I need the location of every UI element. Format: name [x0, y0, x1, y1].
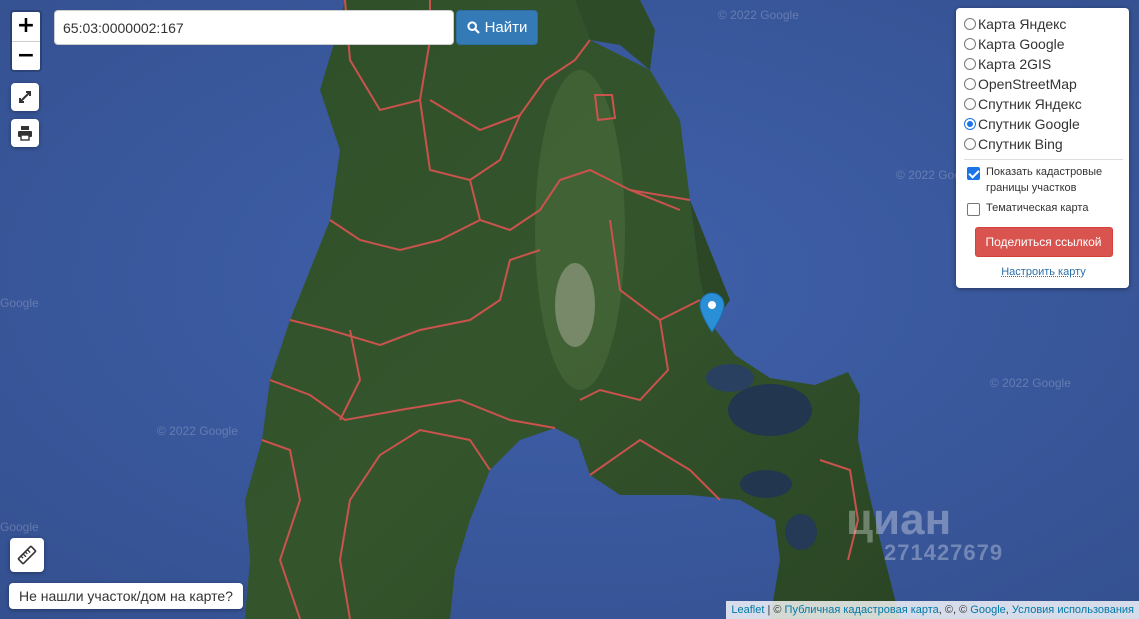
expand-icon	[19, 91, 31, 103]
thematic-map-option[interactable]: Тематическая карта	[964, 200, 1123, 216]
radio-button[interactable]	[964, 78, 976, 90]
leaflet-link[interactable]: Leaflet	[731, 604, 764, 616]
cadastral-map-link[interactable]: Публичная кадастровая карта	[785, 604, 939, 616]
layer-option-openstreetmap[interactable]: OpenStreetMap	[964, 74, 1123, 94]
attribution-separator: , ©, ©	[938, 604, 971, 616]
cian-logo-watermark: циан	[846, 495, 952, 544]
radio-button[interactable]	[964, 38, 976, 50]
lake	[785, 514, 817, 550]
checkbox[interactable]	[967, 203, 980, 216]
town	[555, 263, 595, 347]
google-watermark: © 2022 Google	[718, 8, 799, 22]
lake	[740, 470, 792, 498]
google-link[interactable]: Google	[970, 604, 1005, 616]
radio-button-selected[interactable]	[964, 118, 976, 130]
google-watermark: © 2022 Google	[990, 376, 1071, 390]
checkbox-checked[interactable]	[967, 167, 980, 180]
layer-option-label: Спутник Яндекс	[978, 96, 1082, 112]
radio-button[interactable]	[964, 58, 976, 70]
layer-option-yandex-satellite[interactable]: Спутник Яндекс	[964, 94, 1123, 114]
layer-option-label: Спутник Bing	[978, 136, 1063, 152]
layer-option-label: Карта Яндекс	[978, 16, 1067, 32]
printer-icon	[18, 126, 32, 141]
layer-option-label: Карта Google	[978, 36, 1065, 52]
zoom-out-button[interactable]: −	[12, 41, 40, 71]
configure-map-link[interactable]: Настроить карту	[964, 266, 1123, 278]
google-watermark: Google	[0, 520, 39, 534]
google-watermark: © 2022 Google	[157, 424, 238, 438]
google-watermark: Google	[0, 296, 39, 310]
layer-option-bing-satellite[interactable]: Спутник Bing	[964, 134, 1123, 154]
cian-id-watermark: 271427679	[884, 540, 1004, 565]
show-cadastral-label: Показать кадастровые границы участков	[986, 166, 1103, 194]
lake	[728, 384, 812, 436]
divider	[964, 159, 1123, 160]
attribution-separator: | ©	[764, 604, 785, 616]
radio-button[interactable]	[964, 138, 976, 150]
radio-button[interactable]	[964, 98, 976, 110]
zoom-control: + −	[10, 10, 42, 72]
layer-option-google-map[interactable]: Карта Google	[964, 34, 1123, 54]
layer-option-2gis-map[interactable]: Карта 2GIS	[964, 54, 1123, 74]
not-found-button[interactable]: Не нашли участок/дом на карте?	[9, 583, 243, 609]
layer-option-google-satellite[interactable]: Спутник Google	[964, 114, 1123, 134]
find-button-label: Найти	[484, 19, 528, 36]
layer-option-yandex-map[interactable]: Карта Яндекс	[964, 14, 1123, 34]
thematic-map-label: Тематическая карта	[986, 202, 1089, 214]
share-link-button[interactable]: Поделиться ссылкой	[974, 227, 1113, 257]
print-button[interactable]	[11, 119, 39, 147]
layer-switcher-panel: Карта Яндекс Карта Google Карта 2GIS Ope…	[956, 8, 1129, 288]
lake	[706, 364, 754, 392]
zoom-in-button[interactable]: +	[12, 12, 40, 41]
show-cadastral-option[interactable]: Показать кадастровые границы участков	[964, 164, 1123, 196]
layer-option-label: OpenStreetMap	[978, 76, 1077, 92]
map-attribution: Leaflet | © Публичная кадастровая карта,…	[726, 601, 1139, 619]
terms-of-use-link[interactable]: Условия использования	[1012, 604, 1134, 616]
layer-option-label: Карта 2GIS	[978, 56, 1052, 72]
radio-button[interactable]	[964, 18, 976, 30]
cadastral-number-search-input[interactable]	[54, 10, 454, 45]
layer-option-label: Спутник Google	[978, 116, 1080, 132]
fullscreen-button[interactable]	[11, 83, 39, 111]
find-button[interactable]: Найти	[456, 10, 538, 45]
search-icon	[466, 21, 480, 34]
ruler-button[interactable]	[10, 538, 44, 572]
ruler-icon	[17, 545, 37, 565]
